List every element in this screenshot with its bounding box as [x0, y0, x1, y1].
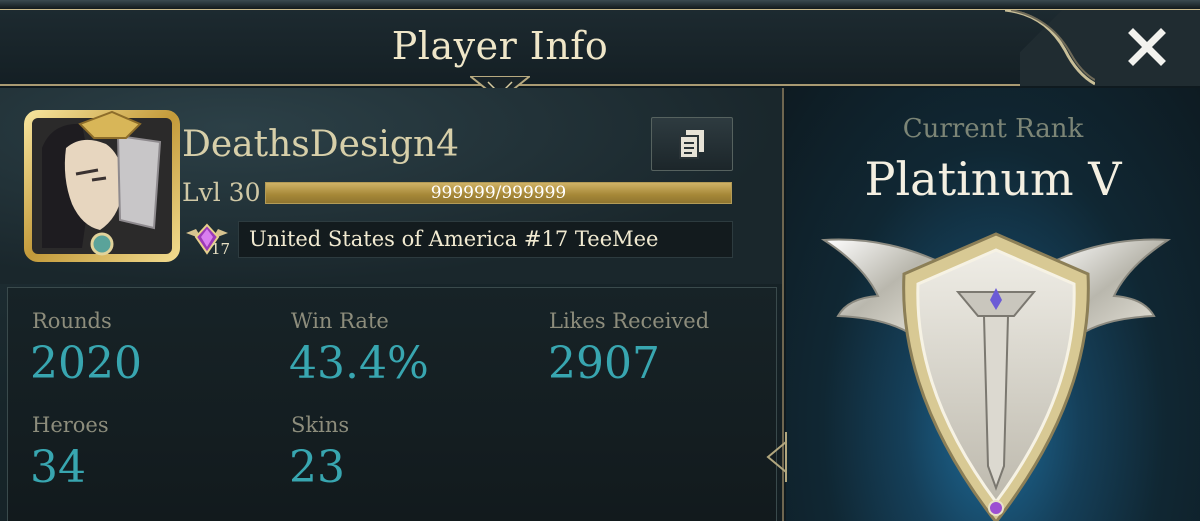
current-rank-label: Current Rank: [902, 114, 1084, 144]
xp-bar: 999999/999999: [265, 182, 732, 204]
win-rate-label: Win Rate: [291, 309, 389, 333]
heroes-value: 34: [30, 442, 86, 493]
likes-value: 2907: [548, 338, 660, 389]
region-rank-text: United States of America #17 TeeMee: [249, 227, 659, 251]
close-frame-ornament: [1005, 10, 1095, 86]
divider-ornament-icon: [766, 432, 787, 482]
rounds-label: Rounds: [32, 309, 112, 333]
win-rate-value: 43.4%: [289, 338, 429, 389]
skins-value: 23: [289, 442, 345, 493]
xp-text: 999999/999999: [430, 183, 567, 203]
likes-label: Likes Received: [549, 309, 710, 333]
platinum-rank-emblem-icon: [820, 232, 1172, 521]
copy-icon: [679, 130, 704, 159]
region-rank-number: 17: [211, 240, 231, 258]
rounds-value: 2020: [30, 338, 142, 389]
heroes-label: Heroes: [32, 413, 109, 437]
copy-button[interactable]: [651, 117, 733, 171]
top-trim: [0, 0, 1200, 10]
level-label: Lvl 30: [182, 178, 261, 207]
page-title: Player Info: [391, 24, 609, 68]
close-button[interactable]: [1115, 16, 1179, 78]
player-name: DeathsDesign4: [182, 124, 460, 165]
skins-label: Skins: [291, 413, 350, 437]
avatar[interactable]: [22, 108, 182, 264]
region-rank-strip: United States of America #17 TeeMee: [238, 221, 733, 258]
rank-name: Platinum V: [864, 152, 1122, 206]
close-icon: [1128, 28, 1166, 66]
